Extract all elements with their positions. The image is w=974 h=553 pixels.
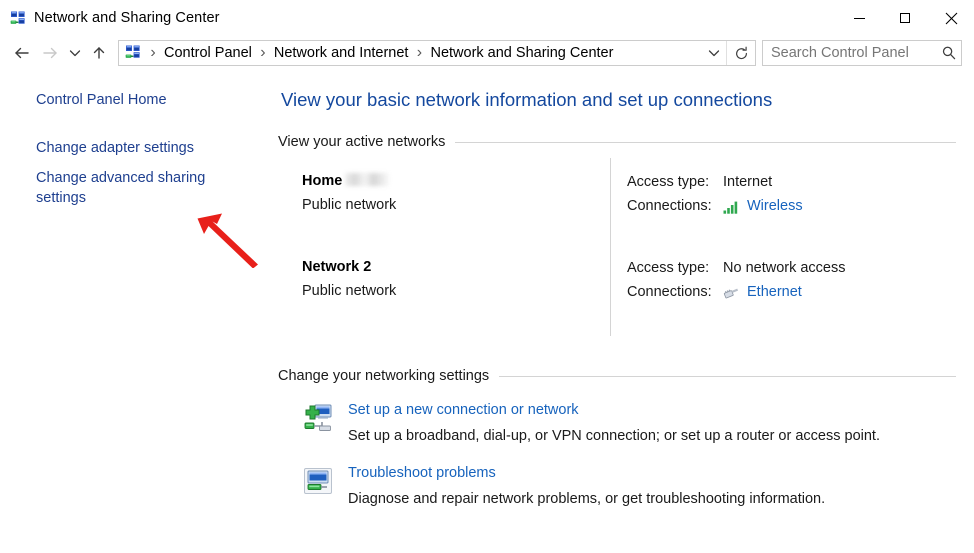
task-troubleshoot-problems[interactable]: Troubleshoot problems Diagnose and repai…: [278, 463, 956, 510]
change-settings-label: Change your networking settings: [278, 368, 499, 384]
network-name: Home: [302, 170, 342, 192]
connection-link-ethernet[interactable]: Ethernet: [747, 280, 802, 304]
troubleshoot-icon: [302, 465, 334, 497]
maximize-icon: [900, 13, 910, 23]
network-profile-type: Public network: [302, 194, 610, 216]
forward-button[interactable]: [36, 39, 64, 67]
connections-label: Connections:: [627, 194, 723, 218]
breadcrumb-separator[interactable]: ›: [145, 44, 161, 62]
access-type-label: Access type:: [627, 256, 723, 280]
task-text: Troubleshoot problems Diagnose and repai…: [348, 463, 825, 510]
up-button[interactable]: [86, 39, 112, 67]
close-icon: [945, 12, 958, 25]
content-area: Control Panel Home Change adapter settin…: [0, 70, 974, 553]
address-bar: › Control Panel › Network and Internet ›…: [0, 36, 974, 70]
search-box[interactable]: [762, 40, 962, 66]
network-name-redaction: [345, 173, 389, 186]
task-set-up-new-connection[interactable]: Set up a new connection or network Set u…: [278, 400, 956, 447]
change-settings-section: Change your networking settings: [278, 368, 956, 510]
window-titlebar: Network and Sharing Center: [0, 0, 974, 36]
heading-rule: [499, 376, 956, 377]
network-identity: Home Public network: [278, 164, 610, 216]
sidebar-item-change-adapter-settings[interactable]: Change adapter settings: [0, 138, 278, 158]
network-name: Network 2: [302, 256, 371, 278]
network-details: Access type: No network access Connectio…: [611, 250, 956, 304]
network-row[interactable]: Home Public network Access type: Interne…: [278, 164, 956, 250]
heading-rule: [455, 142, 956, 143]
network-details: Access type: Internet Connections:: [611, 164, 956, 218]
network-identity: Network 2 Public network: [278, 250, 610, 302]
connection-link-wireless[interactable]: Wireless: [747, 194, 803, 218]
breadcrumb-separator[interactable]: ›: [255, 44, 271, 62]
access-type-row: Access type: Internet: [627, 170, 956, 194]
maximize-button[interactable]: [882, 0, 928, 36]
breadcrumb-network-and-sharing-center[interactable]: Network and Sharing Center: [427, 45, 616, 61]
new-connection-icon: [302, 402, 334, 434]
close-button[interactable]: [928, 0, 974, 36]
search-icon[interactable]: [937, 45, 961, 61]
network-name-wrap: Network 2: [302, 256, 610, 278]
network-row[interactable]: Network 2 Public network Access type: No…: [278, 250, 956, 336]
connections-row: Connections:: [627, 280, 956, 304]
access-type-label: Access type:: [627, 170, 723, 194]
breadcrumb-bar[interactable]: › Control Panel › Network and Internet ›…: [118, 40, 756, 66]
access-type-value: Internet: [723, 170, 772, 194]
task-description: Diagnose and repair network problems, or…: [348, 488, 825, 510]
back-button[interactable]: [8, 39, 36, 67]
link-set-up-new-connection[interactable]: Set up a new connection or network: [348, 400, 579, 420]
active-networks-list: Home Public network Access type: Interne…: [278, 164, 956, 336]
connections-row: Connections: Wireless: [627, 194, 956, 218]
annotation-arrow-icon: [196, 212, 268, 273]
network-sharing-icon: [10, 11, 26, 27]
sidebar: Control Panel Home Change adapter settin…: [0, 70, 278, 553]
minimize-button[interactable]: [836, 0, 882, 36]
refresh-icon[interactable]: [726, 41, 755, 65]
breadcrumb-control-panel[interactable]: Control Panel: [161, 45, 255, 61]
link-troubleshoot-problems[interactable]: Troubleshoot problems: [348, 463, 496, 483]
connections-label: Connections:: [627, 280, 723, 304]
wireless-signal-icon: [723, 198, 741, 214]
sidebar-item-control-panel-home[interactable]: Control Panel Home: [0, 90, 278, 110]
active-networks-heading: View your active networks: [278, 134, 956, 150]
active-networks-label: View your active networks: [278, 134, 455, 150]
task-description: Set up a broadband, dial-up, or VPN conn…: [348, 425, 880, 447]
window-title: Network and Sharing Center: [34, 10, 220, 26]
window-controls: [836, 0, 974, 36]
breadcrumb-network-sharing-icon: [125, 45, 141, 61]
sidebar-item-change-advanced-sharing-settings[interactable]: Change advanced sharing settings: [0, 168, 216, 208]
main-panel: View your basic network information and …: [278, 70, 974, 553]
access-type-value: No network access: [723, 256, 846, 280]
network-profile-type: Public network: [302, 280, 610, 302]
task-text: Set up a new connection or network Set u…: [348, 400, 880, 447]
change-settings-heading: Change your networking settings: [278, 368, 956, 384]
access-type-row: Access type: No network access: [627, 256, 956, 280]
ethernet-icon: [723, 284, 741, 300]
chevron-down-icon[interactable]: [702, 46, 726, 60]
page-title: View your basic network information and …: [281, 88, 956, 112]
search-input[interactable]: [763, 45, 937, 61]
breadcrumb-separator[interactable]: ›: [411, 44, 427, 62]
minimize-icon: [854, 18, 865, 19]
breadcrumb-network-and-internet[interactable]: Network and Internet: [271, 45, 412, 61]
network-name-wrap: Home: [302, 170, 610, 192]
recent-locations-button[interactable]: [64, 39, 86, 67]
